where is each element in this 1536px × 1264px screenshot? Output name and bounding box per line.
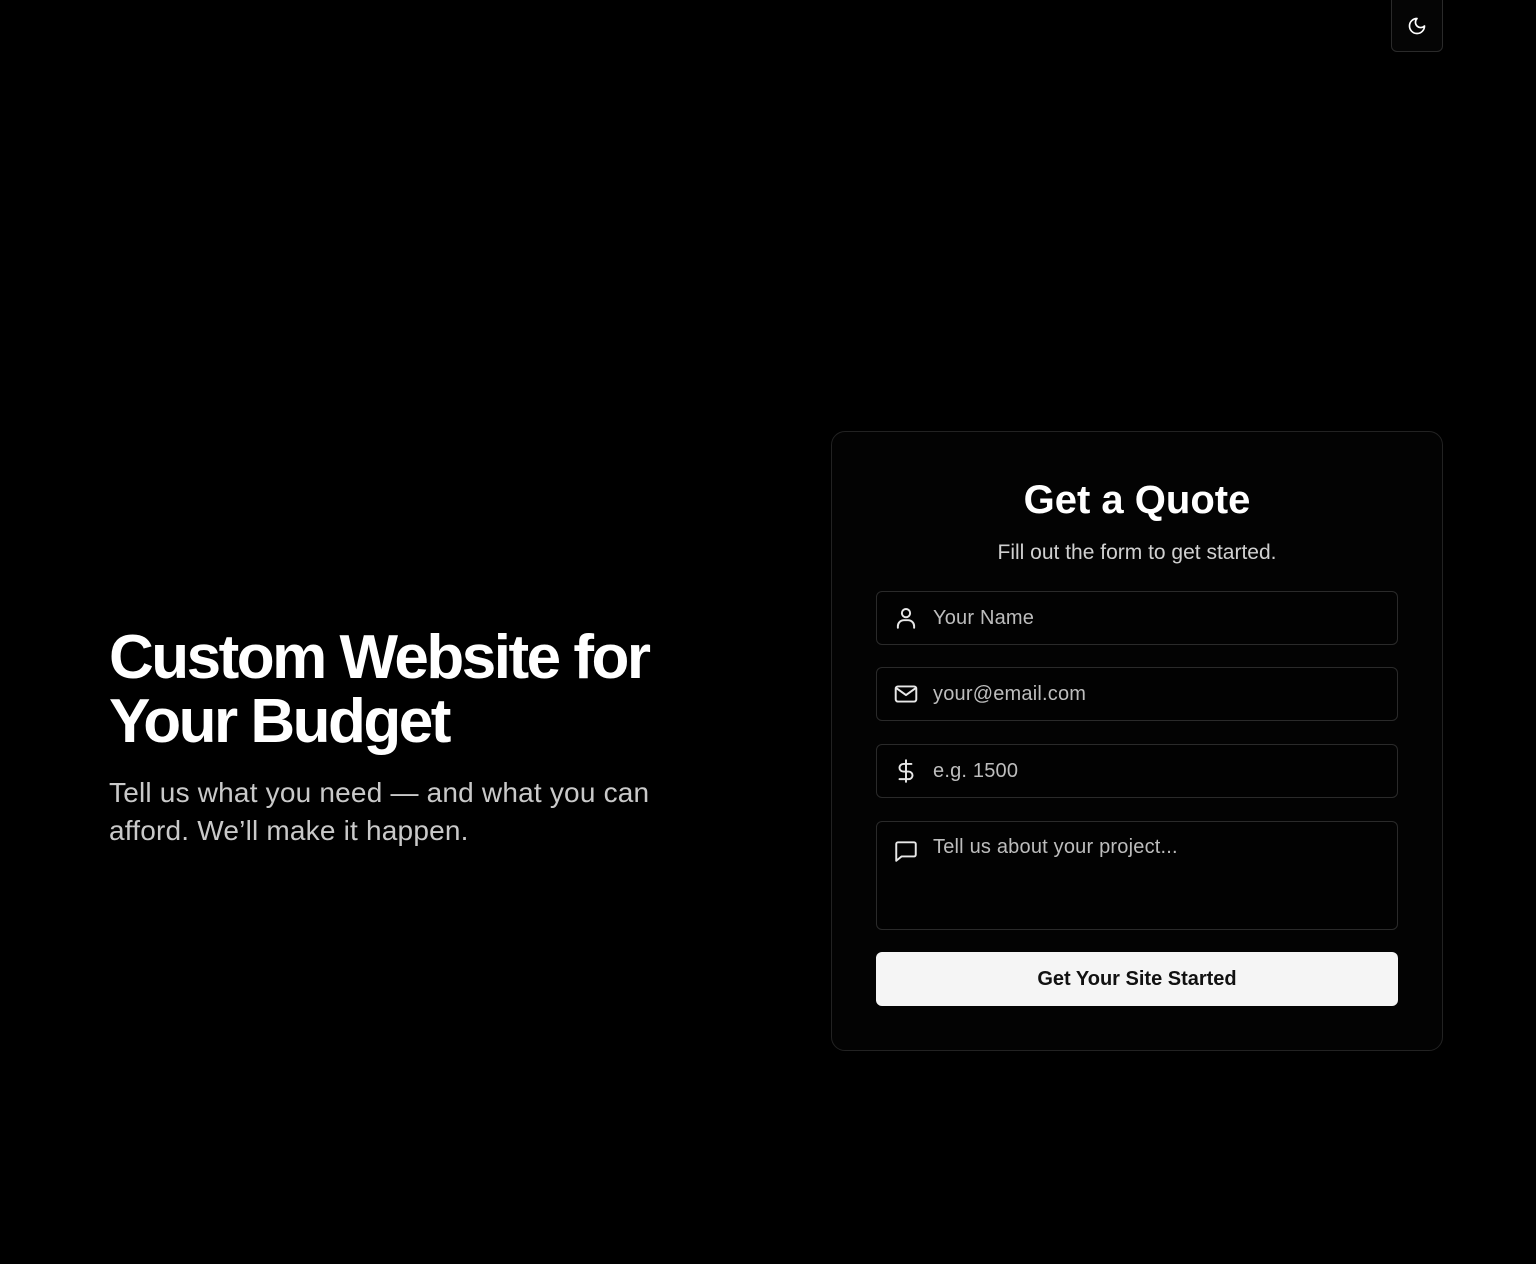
submit-button[interactable]: Get Your Site Started xyxy=(876,952,1398,1006)
email-field-placeholder: your@email.com xyxy=(933,682,1087,705)
dollar-icon xyxy=(892,757,920,785)
form-subtitle: Fill out the form to get started. xyxy=(997,541,1277,564)
hero-subtitle: Tell us what you need — and what you can… xyxy=(109,777,650,846)
budget-field[interactable]: e.g. 1500 xyxy=(876,744,1398,798)
name-field[interactable]: Your Name xyxy=(876,591,1398,645)
name-field-placeholder: Your Name xyxy=(933,606,1035,629)
project-description-placeholder: Tell us about your project... xyxy=(933,836,1178,858)
theme-toggle-button[interactable] xyxy=(1391,0,1443,52)
form-title: Get a Quote xyxy=(1023,478,1251,522)
mail-icon xyxy=(892,680,920,708)
hero-title: Custom Website for Your Budget xyxy=(109,623,651,756)
email-field[interactable]: your@email.com xyxy=(876,667,1398,721)
user-icon xyxy=(892,604,920,632)
project-description-field[interactable]: Tell us about your project... xyxy=(876,821,1398,930)
budget-field-placeholder: e.g. 1500 xyxy=(933,759,1019,782)
message-icon xyxy=(892,837,920,865)
hero-section: Custom Website for Your Budget Tell us w… xyxy=(109,626,709,850)
moon-icon xyxy=(1407,16,1427,36)
